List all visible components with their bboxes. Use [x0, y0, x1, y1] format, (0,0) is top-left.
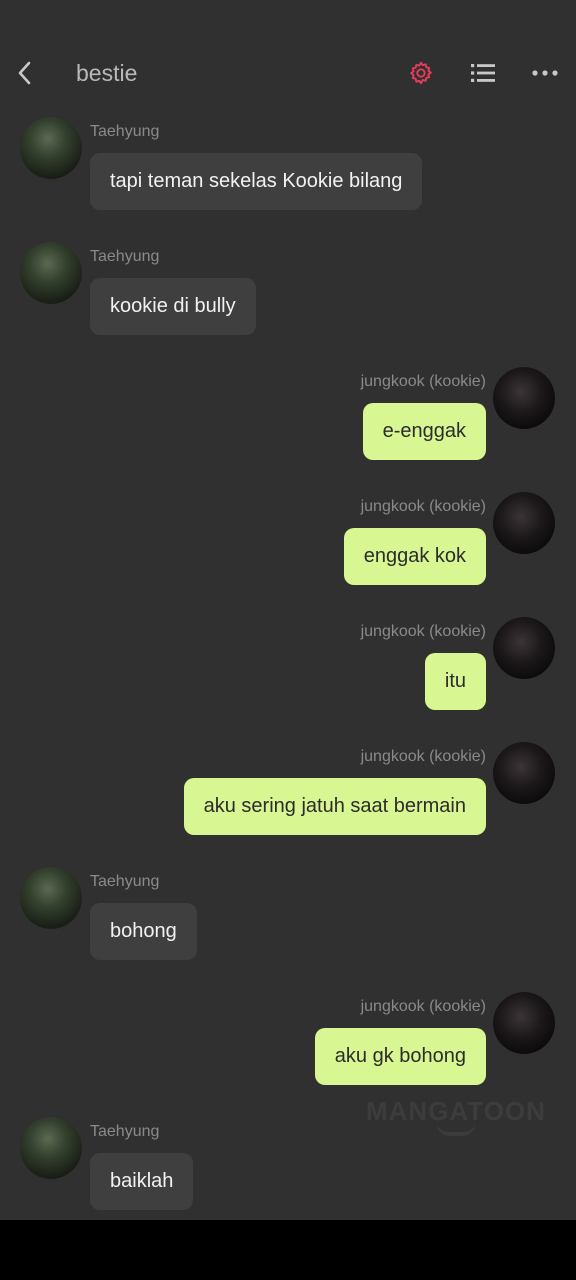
avatar[interactable] [493, 617, 555, 679]
back-button[interactable] [10, 58, 40, 88]
message-bubble[interactable]: itu [424, 653, 486, 710]
sender-name: jungkook (kookie) [360, 623, 486, 640]
message-bubble[interactable]: aku gk bohong [314, 1028, 486, 1085]
message-list[interactable]: Taehyung tapi teman sekelas Kookie bilan… [0, 106, 576, 1220]
avatar[interactable] [493, 492, 555, 554]
message-bubble[interactable]: bohong [90, 903, 197, 960]
message-bubble[interactable]: e-enggak [362, 403, 486, 460]
avatar[interactable] [20, 117, 82, 179]
message-item: jungkook (kookie) aku sering jatuh saat … [0, 734, 576, 844]
chat-header: bestie [0, 44, 576, 106]
avatar[interactable] [493, 992, 555, 1054]
avatar[interactable] [20, 242, 82, 304]
message-item: jungkook (kookie) enggak kok [0, 484, 576, 594]
status-bar [0, 0, 576, 44]
gear-icon [410, 61, 432, 85]
sender-name: Taehyung [90, 873, 160, 890]
sender-name: Taehyung [90, 123, 160, 140]
avatar[interactable] [493, 742, 555, 804]
message-bubble[interactable]: baiklah [90, 1153, 194, 1210]
chevron-left-icon [18, 61, 31, 85]
message-bubble[interactable]: tapi teman sekelas Kookie bilang [90, 153, 423, 210]
message-item: Taehyung bohong [0, 859, 576, 969]
message-item: Taehyung tapi teman sekelas Kookie bilan… [0, 109, 576, 219]
more-dots-icon [532, 70, 558, 76]
message-bubble[interactable]: kookie di bully [90, 278, 256, 335]
message-item: Taehyung kookie di bully [0, 234, 576, 344]
chat-title: bestie [76, 60, 138, 86]
more-button[interactable] [530, 58, 560, 88]
sender-name: jungkook (kookie) [360, 748, 486, 765]
message-item: jungkook (kookie) e-enggak [0, 359, 576, 469]
avatar[interactable] [493, 367, 555, 429]
watermark-smile-icon [436, 1122, 476, 1136]
sender-name: Taehyung [90, 248, 160, 265]
message-bubble[interactable]: aku sering jatuh saat bermain [183, 778, 486, 835]
sender-name: Taehyung [90, 1123, 160, 1140]
sender-name: jungkook (kookie) [360, 373, 486, 390]
list-button[interactable] [468, 58, 498, 88]
list-icon [471, 64, 495, 82]
settings-button[interactable] [406, 58, 436, 88]
watermark-logo: MANGATOON [366, 1096, 550, 1140]
system-navigation-bar [0, 1220, 576, 1280]
message-item: jungkook (kookie) aku gk bohong [0, 984, 576, 1094]
message-item: jungkook (kookie) itu [0, 609, 576, 719]
avatar[interactable] [20, 867, 82, 929]
avatar[interactable] [20, 1117, 82, 1179]
sender-name: jungkook (kookie) [360, 498, 486, 515]
message-bubble[interactable]: enggak kok [343, 528, 486, 585]
sender-name: jungkook (kookie) [360, 998, 486, 1015]
